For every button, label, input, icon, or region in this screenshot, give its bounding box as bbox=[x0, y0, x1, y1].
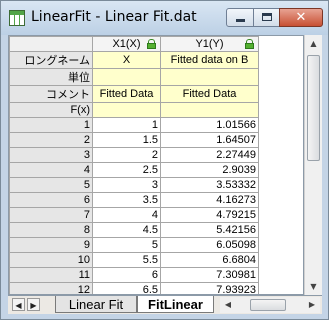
maximize-icon bbox=[262, 13, 272, 21]
y-value-cell[interactable]: 6.05098 bbox=[160, 237, 259, 253]
y-value-cell[interactable]: 6.6804 bbox=[160, 252, 259, 268]
x-value-cell[interactable]: 6.5 bbox=[92, 282, 161, 294]
lock-icon bbox=[245, 39, 254, 49]
row-number[interactable]: 10 bbox=[9, 252, 93, 268]
x-value-cell[interactable]: 5.5 bbox=[92, 252, 161, 268]
title-bar[interactable]: LinearFit - Linear Fit.dat ✕ bbox=[1, 1, 328, 35]
row-number[interactable]: 11 bbox=[9, 267, 93, 283]
row-number[interactable]: 2 bbox=[9, 132, 93, 148]
table-row[interactable]: 12 6.5 7.93923 bbox=[9, 282, 259, 294]
row-number[interactable]: 8 bbox=[9, 222, 93, 238]
x-value-cell[interactable]: 2 bbox=[92, 147, 161, 163]
x-value-cell[interactable]: 4 bbox=[92, 207, 161, 223]
data-table: X1(X) Y1(Y) ロングネーム X Fitted data on B 単位 bbox=[9, 36, 259, 294]
data-rows: 1 1 1.01566 2 1.5 1.64507 3 2 2.27449 4 2.5 2.9039 5… bbox=[9, 117, 259, 294]
table-row[interactable]: 4 2.5 2.9039 bbox=[9, 162, 259, 178]
tab-fitlinear[interactable]: FitLinear bbox=[137, 296, 214, 313]
comment-cell-y[interactable]: Fitted Data bbox=[160, 85, 259, 103]
x-value-cell[interactable]: 2.5 bbox=[92, 162, 161, 178]
comment-cell-x[interactable]: Fitted Data bbox=[92, 85, 161, 103]
y-value-cell[interactable]: 4.79215 bbox=[160, 207, 259, 223]
scroll-down-icon[interactable]: ▼ bbox=[305, 278, 322, 295]
window-title: LinearFit - Linear Fit.dat bbox=[31, 9, 197, 25]
vertical-scrollbar[interactable]: ▲ ▼ bbox=[304, 35, 322, 295]
tab-scroll-left-icon[interactable]: ◀ bbox=[12, 298, 25, 311]
long-name-cell-y[interactable]: Fitted data on B bbox=[160, 51, 259, 69]
row-number[interactable]: 4 bbox=[9, 162, 93, 178]
row-label-units[interactable]: 単位 bbox=[9, 68, 93, 86]
worksheet-icon bbox=[9, 10, 25, 26]
x-value-cell[interactable]: 5 bbox=[92, 237, 161, 253]
table-row[interactable]: 11 6 7.30981 bbox=[9, 267, 259, 283]
row-number[interactable]: 12 bbox=[9, 282, 93, 294]
x-value-cell[interactable]: 3.5 bbox=[92, 192, 161, 208]
y-value-cell[interactable]: 2.27449 bbox=[160, 147, 259, 163]
column-header-x-label: X1(X) bbox=[112, 38, 141, 50]
row-label-comment[interactable]: コメント bbox=[9, 85, 93, 103]
y-value-cell[interactable]: 5.42156 bbox=[160, 222, 259, 238]
table-row[interactable]: 3 2 2.27449 bbox=[9, 147, 259, 163]
scroll-up-icon[interactable]: ▲ bbox=[305, 35, 322, 52]
row-label-long-name[interactable]: ロングネーム bbox=[9, 51, 93, 69]
worksheet-grid[interactable]: X1(X) Y1(Y) ロングネーム X Fitted data on B 単位 bbox=[8, 35, 304, 295]
y-value-cell[interactable]: 2.9039 bbox=[160, 162, 259, 178]
tab-scroll-right-icon[interactable]: ▶ bbox=[27, 298, 40, 311]
formula-cell-x[interactable] bbox=[92, 102, 161, 118]
horizontal-scrollbar[interactable]: ◀ ▶ bbox=[220, 297, 320, 313]
row-number[interactable]: 7 bbox=[9, 207, 93, 223]
horizontal-scroll-thumb[interactable] bbox=[250, 299, 286, 311]
table-row[interactable]: 6 3.5 4.16273 bbox=[9, 192, 259, 208]
x-value-cell[interactable]: 3 bbox=[92, 177, 161, 193]
column-header-y[interactable]: Y1(Y) bbox=[160, 36, 259, 52]
x-value-cell[interactable]: 4.5 bbox=[92, 222, 161, 238]
units-cell-x[interactable] bbox=[92, 68, 161, 86]
maximize-button[interactable] bbox=[253, 8, 280, 27]
units-cell-y[interactable] bbox=[160, 68, 259, 86]
table-row[interactable]: 7 4 4.79215 bbox=[9, 207, 259, 223]
table-row[interactable]: 9 5 6.05098 bbox=[9, 237, 259, 253]
window-controls: ✕ bbox=[226, 8, 324, 28]
table-row[interactable]: 1 1 1.01566 bbox=[9, 117, 259, 133]
lock-icon bbox=[147, 39, 156, 49]
y-value-cell[interactable]: 3.53332 bbox=[160, 177, 259, 193]
row-number[interactable]: 3 bbox=[9, 147, 93, 163]
row-number[interactable]: 6 bbox=[9, 192, 93, 208]
table-row[interactable]: 8 4.5 5.42156 bbox=[9, 222, 259, 238]
row-number[interactable]: 9 bbox=[9, 237, 93, 253]
sheet-tab-bar: ◀ ▶ Linear Fit FitLinear ◀ ▶ bbox=[8, 295, 322, 314]
row-number[interactable]: 5 bbox=[9, 177, 93, 193]
long-name-cell-x[interactable]: X bbox=[92, 51, 161, 69]
worksheet-window: LinearFit - Linear Fit.dat ✕ X1(X) Y1(Y) bbox=[0, 0, 329, 320]
corner-cell[interactable] bbox=[9, 36, 93, 52]
column-header-y-label: Y1(Y) bbox=[195, 38, 224, 50]
scroll-left-icon[interactable]: ◀ bbox=[222, 299, 234, 311]
minimize-icon bbox=[236, 19, 245, 22]
close-icon: ✕ bbox=[295, 10, 307, 25]
y-value-cell[interactable]: 7.93923 bbox=[160, 282, 259, 294]
y-value-cell[interactable]: 4.16273 bbox=[160, 192, 259, 208]
y-value-cell[interactable]: 1.64507 bbox=[160, 132, 259, 148]
column-header-x[interactable]: X1(X) bbox=[92, 36, 161, 52]
table-row[interactable]: 5 3 3.53332 bbox=[9, 177, 259, 193]
tab-linear-fit[interactable]: Linear Fit bbox=[55, 296, 137, 313]
table-row[interactable]: 2 1.5 1.64507 bbox=[9, 132, 259, 148]
scroll-thumb[interactable] bbox=[307, 55, 320, 161]
x-value-cell[interactable]: 1.5 bbox=[92, 132, 161, 148]
minimize-button[interactable] bbox=[226, 8, 254, 27]
y-value-cell[interactable]: 1.01566 bbox=[160, 117, 259, 133]
row-number[interactable]: 1 bbox=[9, 117, 93, 133]
table-row[interactable]: 10 5.5 6.6804 bbox=[9, 252, 259, 268]
y-value-cell[interactable]: 7.30981 bbox=[160, 267, 259, 283]
row-label-formula[interactable]: F(x) bbox=[9, 102, 93, 118]
formula-cell-y[interactable] bbox=[160, 102, 259, 118]
scroll-right-icon[interactable]: ▶ bbox=[306, 299, 318, 311]
close-button[interactable]: ✕ bbox=[279, 8, 323, 27]
x-value-cell[interactable]: 6 bbox=[92, 267, 161, 283]
x-value-cell[interactable]: 1 bbox=[92, 117, 161, 133]
